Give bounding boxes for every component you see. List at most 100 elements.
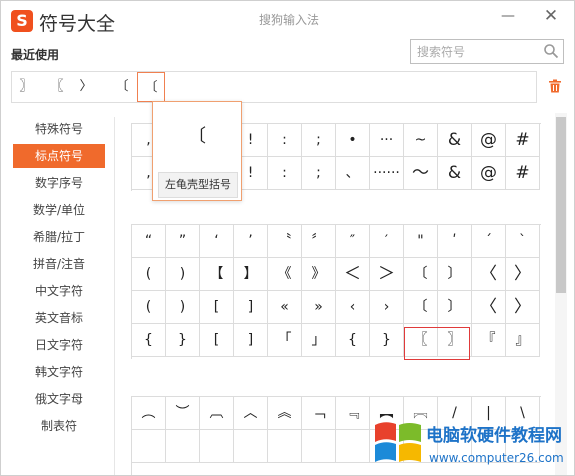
symbol-cell[interactable] bbox=[200, 430, 234, 463]
symbol-cell[interactable]: ; bbox=[302, 157, 336, 190]
symbol-cell[interactable]: [ bbox=[200, 324, 234, 357]
sidebar-item-japanese[interactable]: 日文字符 bbox=[13, 333, 105, 357]
symbol-cell[interactable]: ; bbox=[302, 124, 336, 157]
symbol-cell[interactable] bbox=[166, 430, 200, 463]
symbol-cell[interactable]: ︹ bbox=[200, 397, 234, 430]
symbol-cell[interactable]: 』 bbox=[506, 324, 540, 357]
search-input[interactable] bbox=[411, 40, 541, 63]
symbol-cell[interactable]: 「 bbox=[268, 324, 302, 357]
sidebar-item-box-drawing[interactable]: 制表符 bbox=[13, 414, 105, 438]
scrollbar-thumb[interactable] bbox=[556, 117, 566, 293]
symbol-cell[interactable]: ( bbox=[132, 258, 166, 291]
symbol-cell[interactable]: ︿ bbox=[234, 397, 268, 430]
sidebar-item-special[interactable]: 特殊符号 bbox=[13, 117, 105, 141]
symbol-cell[interactable]: & bbox=[438, 124, 472, 157]
symbol-cell[interactable]: [ bbox=[200, 291, 234, 324]
trash-icon[interactable] bbox=[548, 79, 562, 93]
symbol-cell[interactable]: } bbox=[370, 324, 404, 357]
symbol-cell[interactable]: ʹ bbox=[438, 225, 472, 258]
sidebar-item-chinese[interactable]: 中文字符 bbox=[13, 279, 105, 303]
sidebar-item-math[interactable]: 数学/单位 bbox=[13, 198, 105, 222]
symbol-cell[interactable]: ] bbox=[234, 291, 268, 324]
symbol-cell[interactable] bbox=[234, 430, 268, 463]
symbol-cell[interactable]: 〝 bbox=[268, 225, 302, 258]
symbol-cell[interactable]: 〔 bbox=[404, 258, 438, 291]
symbol-cell[interactable]: 、 bbox=[336, 157, 370, 190]
symbol-cell[interactable]: 〈 bbox=[472, 291, 506, 324]
symbol-cell[interactable]: 」 bbox=[302, 324, 336, 357]
symbol-cell[interactable]: # bbox=[506, 157, 540, 190]
symbol-cell[interactable]: « bbox=[268, 291, 302, 324]
symbol-cell[interactable]: 〉 bbox=[506, 291, 540, 324]
search-icon[interactable] bbox=[543, 43, 559, 59]
symbol-cell[interactable]: 〕 bbox=[438, 291, 472, 324]
symbol-cell[interactable]: " bbox=[404, 225, 438, 258]
symbol-cell[interactable]: ··· bbox=[370, 124, 404, 157]
symbol-cell[interactable]: : bbox=[268, 157, 302, 190]
symbol-cell[interactable]: ) bbox=[166, 291, 200, 324]
symbol-cell[interactable]: ······ bbox=[370, 157, 404, 190]
recent-symbol[interactable]: 〖 bbox=[43, 72, 71, 102]
recent-symbol[interactable]: 〗 bbox=[12, 72, 40, 102]
symbol-cell[interactable]: ‹ bbox=[336, 291, 370, 324]
symbol-cell[interactable]: ～ bbox=[404, 157, 438, 190]
sidebar-item-pinyin[interactable]: 拼音/注音 bbox=[13, 252, 105, 276]
symbol-cell[interactable] bbox=[268, 430, 302, 463]
symbol-cell[interactable]: ＞ bbox=[370, 258, 404, 291]
symbol-cell[interactable]: 〞 bbox=[302, 225, 336, 258]
symbol-cell[interactable]: ) bbox=[166, 258, 200, 291]
recent-symbol[interactable]: 〔 bbox=[108, 72, 136, 102]
close-button[interactable]: ✕ bbox=[541, 6, 561, 26]
symbol-cell[interactable]: { bbox=[336, 324, 370, 357]
symbol-cell[interactable]: ˋ bbox=[506, 225, 540, 258]
symbol-cell[interactable]: ˊ bbox=[472, 225, 506, 258]
symbol-cell[interactable]: @ bbox=[472, 124, 506, 157]
symbol-cell[interactable]: ( bbox=[132, 291, 166, 324]
symbol-cell[interactable]: 〈 bbox=[472, 258, 506, 291]
symbol-cell[interactable]: 《 bbox=[268, 258, 302, 291]
symbol-cell[interactable] bbox=[132, 430, 166, 463]
sidebar-item-russian[interactable]: 俄文字母 bbox=[13, 387, 105, 411]
symbol-cell[interactable]: ︶ bbox=[166, 397, 200, 430]
symbol-cell[interactable]: ’ bbox=[234, 225, 268, 258]
symbol-cell[interactable]: ﹃ bbox=[336, 397, 370, 430]
symbol-cell[interactable]: ＜ bbox=[336, 258, 370, 291]
symbol-cell[interactable]: ] bbox=[234, 324, 268, 357]
symbol-cell[interactable]: ~ bbox=[404, 124, 438, 157]
symbol-cell[interactable]: @ bbox=[472, 157, 506, 190]
symbol-cell[interactable]: ” bbox=[166, 225, 200, 258]
symbol-cell[interactable]: 〉 bbox=[506, 258, 540, 291]
symbol-cell[interactable] bbox=[302, 430, 336, 463]
recent-symbol[interactable]: 〉 bbox=[72, 72, 100, 102]
symbol-cell[interactable]: 〔 bbox=[404, 291, 438, 324]
symbol-cell[interactable]: ‘ bbox=[200, 225, 234, 258]
symbol-cell[interactable]: “ bbox=[132, 225, 166, 258]
recent-symbol-selected[interactable]: 〔 bbox=[137, 72, 165, 102]
symbol-cell[interactable]: 【 bbox=[200, 258, 234, 291]
symbol-cell[interactable]: 〕 bbox=[438, 258, 472, 291]
sidebar-item-numbers[interactable]: 数字序号 bbox=[13, 171, 105, 195]
symbol-cell[interactable]: ︽ bbox=[268, 397, 302, 430]
minimize-button[interactable]: — bbox=[499, 8, 517, 26]
sidebar-item-punctuation[interactable]: 标点符号 bbox=[13, 144, 105, 168]
sidebar-item-greek[interactable]: 希腊/拉丁 bbox=[13, 225, 105, 249]
symbol-cell[interactable]: › bbox=[370, 291, 404, 324]
sidebar-item-phonetic[interactable]: 英文音标 bbox=[13, 306, 105, 330]
symbol-cell[interactable]: 】 bbox=[234, 258, 268, 291]
symbol-cell[interactable]: 『 bbox=[472, 324, 506, 357]
symbol-cell[interactable] bbox=[336, 430, 370, 463]
symbol-cell[interactable]: • bbox=[336, 124, 370, 157]
symbol-cell[interactable]: & bbox=[438, 157, 472, 190]
symbol-cell[interactable]: ″ bbox=[336, 225, 370, 258]
symbol-cell[interactable]: { bbox=[132, 324, 166, 357]
watermark-url: www.computer26.com bbox=[429, 451, 564, 465]
symbol-cell[interactable]: : bbox=[268, 124, 302, 157]
symbol-cell[interactable]: # bbox=[506, 124, 540, 157]
symbol-cell[interactable]: ︵ bbox=[132, 397, 166, 430]
symbol-cell[interactable]: } bbox=[166, 324, 200, 357]
symbol-cell[interactable]: ﹁ bbox=[302, 397, 336, 430]
symbol-cell[interactable]: » bbox=[302, 291, 336, 324]
sidebar-item-korean[interactable]: 韩文字符 bbox=[13, 360, 105, 384]
symbol-cell[interactable]: 》 bbox=[302, 258, 336, 291]
symbol-cell[interactable]: ′ bbox=[370, 225, 404, 258]
